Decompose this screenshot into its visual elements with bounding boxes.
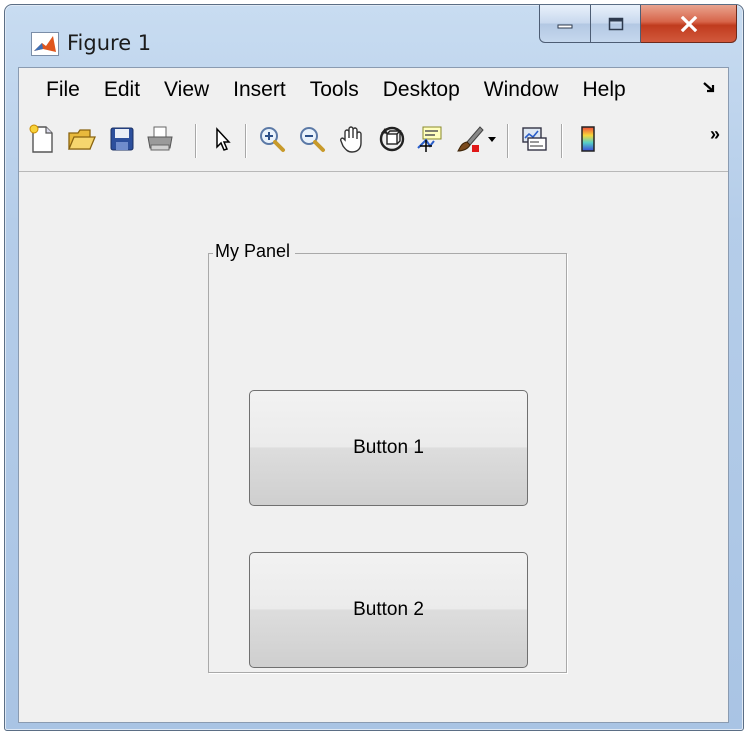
- minimize-icon: [557, 24, 573, 28]
- link-plot-icon[interactable]: [517, 122, 551, 156]
- close-button[interactable]: [641, 5, 737, 43]
- figure-window: Figure 1 File Edit View Insert Tools Des…: [4, 4, 744, 731]
- print-figure-icon[interactable]: [143, 122, 177, 156]
- maximize-icon: [608, 17, 623, 30]
- data-cursor-icon[interactable]: [413, 122, 447, 156]
- menu-bar: File Edit View Insert Tools Desktop Wind…: [19, 68, 728, 112]
- menu-window[interactable]: Window: [472, 68, 571, 112]
- figure-toolbar: »: [19, 112, 728, 172]
- minimize-button[interactable]: [539, 5, 591, 43]
- menu-view[interactable]: View: [152, 68, 221, 112]
- zoom-in-icon[interactable]: [255, 122, 289, 156]
- caption-buttons: [539, 5, 737, 43]
- edit-plot-icon[interactable]: [205, 122, 239, 156]
- menu-desktop[interactable]: Desktop: [371, 68, 472, 112]
- menu-tools[interactable]: Tools: [298, 68, 371, 112]
- my-panel: My Panel Button 1 Button 2: [208, 241, 567, 673]
- brush-icon[interactable]: [453, 122, 487, 156]
- brush-dropdown-icon[interactable]: [485, 122, 499, 156]
- maximize-button[interactable]: [591, 5, 641, 43]
- menu-edit[interactable]: Edit: [92, 68, 152, 112]
- pan-icon[interactable]: [335, 122, 369, 156]
- panel-title: My Panel: [213, 241, 296, 262]
- insert-colorbar-icon[interactable]: [571, 122, 605, 156]
- title-bar[interactable]: Figure 1: [5, 5, 743, 67]
- menu-file[interactable]: File: [33, 68, 92, 112]
- window-title: Figure 1: [67, 31, 152, 55]
- save-figure-icon[interactable]: [105, 122, 139, 156]
- menu-overflow-icon[interactable]: [702, 80, 716, 99]
- close-icon: [680, 15, 697, 32]
- zoom-out-icon[interactable]: [295, 122, 329, 156]
- open-file-icon[interactable]: [65, 122, 99, 156]
- matlab-figure-icon: [31, 32, 59, 56]
- button-1[interactable]: Button 1: [249, 390, 528, 506]
- new-figure-icon[interactable]: [25, 122, 59, 156]
- figure-client-area: File Edit View Insert Tools Desktop Wind…: [18, 67, 729, 723]
- rotate-3d-icon[interactable]: [375, 122, 409, 156]
- menu-help[interactable]: Help: [570, 68, 637, 112]
- toolbar-overflow-icon[interactable]: »: [710, 124, 720, 145]
- button-2[interactable]: Button 2: [249, 552, 528, 668]
- menu-insert[interactable]: Insert: [221, 68, 298, 112]
